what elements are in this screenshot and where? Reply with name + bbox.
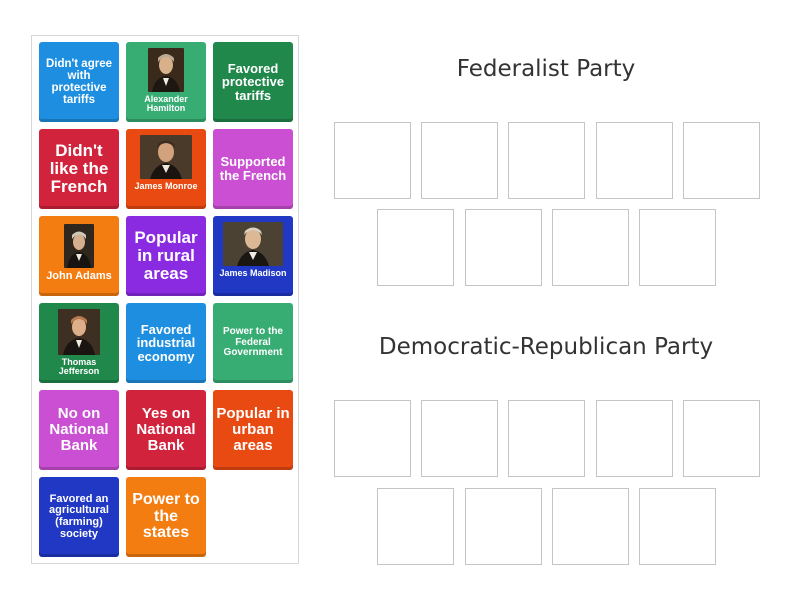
- card-yes-national-bank[interactable]: Yes on National Bank: [126, 390, 206, 470]
- card-no-national-bank[interactable]: No on National Bank: [39, 390, 119, 470]
- card-label: James Madison: [219, 268, 287, 278]
- card-label: Thomas Jefferson: [58, 357, 100, 377]
- card-label: Didn't agree with protective tariffs: [46, 57, 112, 107]
- drop-slot[interactable]: [421, 400, 498, 477]
- card-didnt-agree-tariffs[interactable]: Didn't agree with protective tariffs: [39, 42, 119, 122]
- drop-slot[interactable]: [377, 488, 454, 565]
- drop-slot[interactable]: [552, 209, 629, 286]
- card-thomas-jefferson[interactable]: Thomas Jefferson: [39, 303, 119, 383]
- group-title-federalist: Federalist Party: [456, 56, 636, 82]
- james-monroe-portrait-icon: [140, 135, 192, 179]
- card-label: Favored an agricultural (farming) societ…: [49, 492, 109, 540]
- drop-slot[interactable]: [639, 209, 716, 286]
- drop-slot[interactable]: [465, 209, 542, 286]
- card-bank: Didn't agree with protective tariffs Ale…: [31, 35, 299, 564]
- card-label: Power to the Federal Government: [222, 326, 283, 359]
- drop-slot[interactable]: [683, 400, 760, 477]
- card-label: Popular in rural areas: [134, 228, 198, 283]
- card-label: Yes on National Bank: [136, 405, 196, 454]
- drop-slot[interactable]: [421, 122, 498, 199]
- card-label: John Adams: [46, 270, 112, 282]
- card-alexander-hamilton[interactable]: Alexander Hamilton: [126, 42, 206, 122]
- drop-slot[interactable]: [683, 122, 760, 199]
- card-label: Power to the states: [132, 490, 200, 542]
- card-favored-agricultural[interactable]: Favored an agricultural (farming) societ…: [39, 477, 119, 557]
- card-label: Favored industrial economy: [136, 321, 196, 364]
- card-label: Alexander Hamilton: [144, 94, 188, 114]
- alexander-hamilton-portrait-icon: [148, 48, 184, 92]
- john-adams-portrait-icon: [64, 224, 94, 268]
- card-power-states[interactable]: Power to the states: [126, 477, 206, 557]
- card-popular-rural[interactable]: Popular in rural areas: [126, 216, 206, 296]
- drop-slot[interactable]: [508, 122, 585, 199]
- card-label: No on National Bank: [49, 405, 109, 454]
- card-label: Supported the French: [219, 154, 287, 183]
- card-label: Popular in urban areas: [216, 405, 290, 454]
- card-james-monroe[interactable]: James Monroe: [126, 129, 206, 209]
- card-favored-tariffs[interactable]: Favored protective tariffs: [213, 42, 293, 122]
- james-madison-portrait-icon: [223, 222, 283, 266]
- thomas-jefferson-portrait-icon: [58, 309, 100, 355]
- card-popular-urban[interactable]: Popular in urban areas: [213, 390, 293, 470]
- card-john-adams[interactable]: John Adams: [39, 216, 119, 296]
- card-didnt-like-french[interactable]: Didn't like the French: [39, 129, 119, 209]
- drop-slot[interactable]: [377, 209, 454, 286]
- drop-slot[interactable]: [596, 400, 673, 477]
- drop-slot[interactable]: [334, 122, 411, 199]
- drop-slot[interactable]: [639, 488, 716, 565]
- card-power-federal[interactable]: Power to the Federal Government: [213, 303, 293, 383]
- card-label: Favored protective tariffs: [221, 60, 285, 103]
- drop-slot[interactable]: [552, 488, 629, 565]
- group-title-democratic-republican: Democratic-Republican Party: [378, 334, 714, 360]
- card-james-madison[interactable]: James Madison: [213, 216, 293, 296]
- card-favored-industrial[interactable]: Favored industrial economy: [126, 303, 206, 383]
- drop-slot[interactable]: [334, 400, 411, 477]
- drop-slot[interactable]: [596, 122, 673, 199]
- card-label: Didn't like the French: [49, 141, 109, 196]
- drop-slot[interactable]: [465, 488, 542, 565]
- card-label: James Monroe: [134, 181, 198, 191]
- drop-slot[interactable]: [508, 400, 585, 477]
- card-supported-french[interactable]: Supported the French: [213, 129, 293, 209]
